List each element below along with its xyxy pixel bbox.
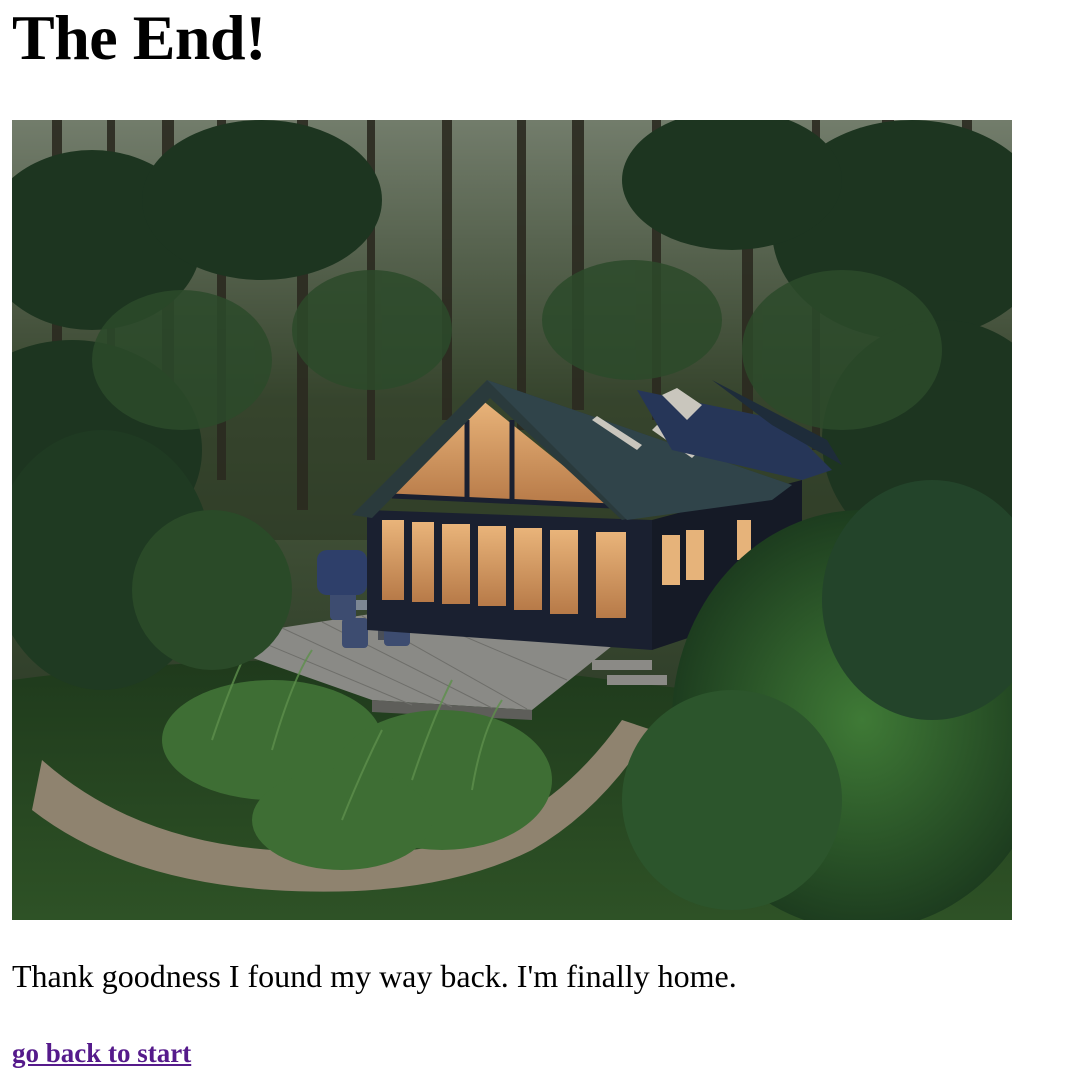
cabin-illustration [12, 120, 1012, 920]
cabin-in-forest-photo [12, 120, 1012, 920]
go-back-to-start-link[interactable]: go back to start [12, 1040, 191, 1067]
page-title: The End! [12, 2, 266, 73]
closing-message: Thank goodness I found my way back. I'm … [12, 958, 737, 994]
